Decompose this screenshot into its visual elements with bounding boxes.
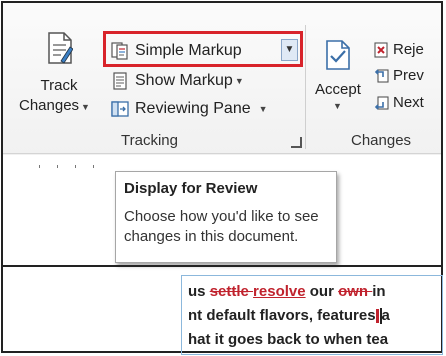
previous-change-icon	[374, 68, 389, 83]
reject-label: Reje	[393, 41, 424, 58]
document-excerpt[interactable]: us settle resolve our own in nt default …	[181, 275, 443, 355]
reject-icon	[374, 41, 388, 58]
chevron-down-icon: ▼	[234, 76, 244, 86]
text-run: us	[188, 283, 210, 300]
accept-label: Accept	[315, 81, 361, 98]
review-ribbon: Track Changes ▼ Simple Markup ▼ Show Mar…	[3, 3, 441, 155]
track-changes-label-line2: Changes ▼	[19, 97, 103, 114]
ribbon-bottom-border	[3, 153, 441, 154]
inserted-text: resolve	[253, 283, 306, 300]
track-changes-button[interactable]: Track Changes ▼	[19, 25, 95, 114]
document-line-3: hat it goes back to when tea	[188, 331, 389, 348]
track-changes-label-line1: Track	[40, 77, 78, 94]
deleted-text: own	[338, 283, 373, 300]
document-line-1: us settle resolve our own in	[188, 280, 436, 304]
previous-change-button[interactable]: Prev	[373, 67, 424, 84]
text-run: nt default flavors, features	[188, 307, 376, 324]
change-marker	[375, 309, 379, 324]
track-changes-icon	[48, 32, 73, 64]
show-markup-label: Show Markup	[135, 72, 233, 89]
chevron-down-icon: ▼	[333, 101, 342, 111]
accept-button[interactable]: Accept ▼	[311, 25, 367, 125]
next-change-label: Next	[393, 94, 424, 111]
next-change-button[interactable]: Next	[373, 94, 424, 111]
ruler-tick	[93, 165, 94, 168]
text-run: a	[381, 307, 390, 324]
tracking-group-label: Tracking	[121, 132, 178, 149]
reviewing-pane-label: Reviewing Pane	[135, 100, 251, 117]
changes-group-label: Changes	[351, 132, 412, 149]
show-markup-icon	[113, 72, 127, 90]
tooltip-title: Display for Review	[124, 180, 258, 197]
dialog-launcher-icon[interactable]	[291, 137, 302, 148]
tooltip-description: Choose how you'd like to see changes in …	[124, 208, 319, 245]
reject-button[interactable]: Reje	[373, 41, 424, 58]
track-changes-label-text: Changes	[19, 97, 80, 114]
ruler-tick	[57, 165, 58, 168]
accept-icon	[326, 40, 350, 70]
chevron-down-icon: ▼	[258, 104, 268, 114]
chevron-down-icon: ▼	[81, 102, 90, 112]
panel-divider	[3, 265, 441, 267]
document-line-2: nt default flavors, features a	[188, 304, 436, 328]
text-run: in	[372, 283, 386, 300]
ruler-tick	[75, 165, 76, 168]
ruler-tick	[39, 165, 40, 168]
display-for-review-tooltip: Display for Review Choose how you'd like…	[115, 171, 337, 263]
next-change-icon	[374, 95, 389, 110]
reviewing-pane-icon	[111, 101, 129, 117]
text-run: our	[305, 283, 339, 300]
group-separator	[305, 25, 306, 149]
show-markup-button[interactable]: Show Markup ▼	[111, 69, 244, 93]
previous-change-label: Prev	[393, 67, 424, 84]
reviewing-pane-button[interactable]: Reviewing Pane ▼	[111, 97, 268, 121]
highlight-annotation-box	[103, 31, 303, 67]
deleted-text: settle	[209, 283, 254, 300]
screenshot-frame: Track Changes ▼ Simple Markup ▼ Show Mar…	[1, 1, 443, 355]
